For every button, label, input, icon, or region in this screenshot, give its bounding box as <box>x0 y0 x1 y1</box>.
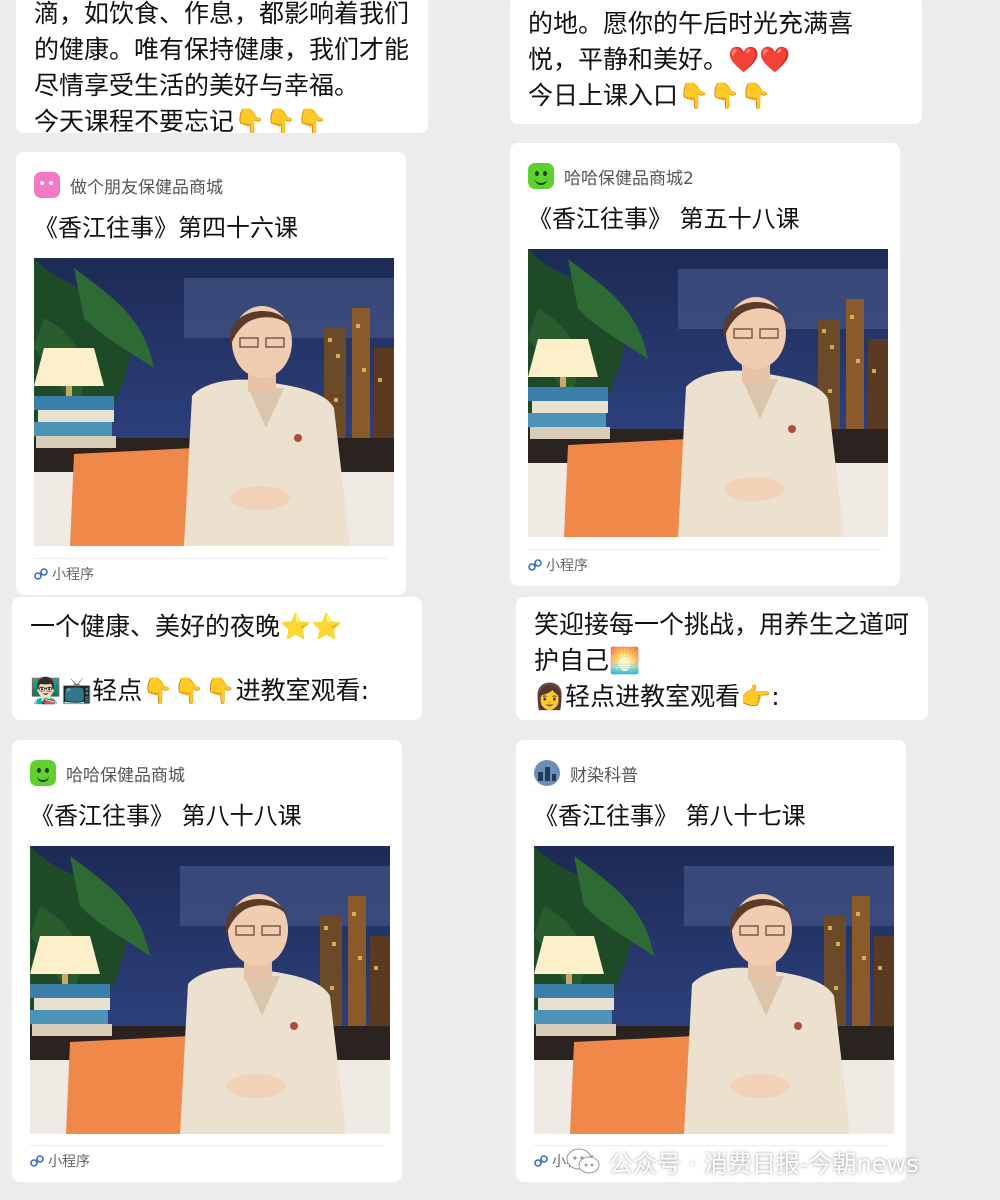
card-thumbnail <box>34 258 394 546</box>
card-footer: 小程序 <box>30 1145 384 1176</box>
footer-label: 小程序 <box>52 567 94 583</box>
lecturer-video-thumbnail <box>528 249 888 537</box>
message-text: 的地。愿你的午后时光充满喜 <box>528 9 854 38</box>
pink-cat-avatar-icon <box>34 172 60 198</box>
watermark-text: 公众号 · 消费日报-今朝news <box>609 1149 919 1178</box>
mini-program-card[interactable]: 哈哈保健品商城2 《香江往事》 第五十八课 小程序 <box>510 143 900 586</box>
message-bubble: 的地。愿你的午后时光充满喜 悦，平静和美好。❤️❤️ 今日上课入口👇👇👇 <box>510 0 922 124</box>
footer-label: 小程序 <box>48 1154 90 1170</box>
card-footer: 小程序 <box>528 549 882 580</box>
green-smiley-avatar-icon <box>528 163 554 189</box>
message-text: 今日上课入口👇👇👇 <box>528 81 772 110</box>
card-title: 《香江往事》第四十六课 <box>34 214 298 242</box>
message-bubble: 滴，如饮食、作息，都影响着我们 的健康。唯有保持健康，我们才能 尽情享受生活的美… <box>16 0 428 133</box>
mini-program-icon <box>30 1155 44 1167</box>
message-bubble: 笑迎接每一个挑战，用养生之道呵 护自己🌅 👩轻点进教室观看👉: <box>516 597 928 720</box>
message-text: 护自己🌅 <box>534 646 641 675</box>
card-title: 《香江往事》 第八十八课 <box>30 802 302 830</box>
green-smiley-avatar-icon <box>30 760 56 786</box>
message-text: 的健康。唯有保持健康，我们才能 <box>34 35 410 64</box>
card-header: 财染科普 <box>534 758 638 788</box>
message-text: 滴，如饮食、作息，都影响着我们 <box>34 0 410 28</box>
card-footer: 小程序 <box>34 558 388 589</box>
message-text: 👨🏻‍🏫📺轻点👇👇👇进教室观看: <box>30 676 370 705</box>
card-header: 哈哈保健品商城2 <box>528 161 694 191</box>
brand-name: 哈哈保健品商城 <box>66 765 185 786</box>
brand-name: 哈哈保健品商城2 <box>564 168 694 189</box>
card-thumbnail <box>534 846 894 1134</box>
wechat-official-account-icon <box>566 1148 600 1174</box>
card-header: 做个朋友保健品商城 <box>34 170 223 200</box>
brand-name: 财染科普 <box>570 765 638 786</box>
city-skyline-avatar-icon <box>534 760 560 786</box>
message-text: 尽情享受生活的美好与幸福。 <box>34 71 360 100</box>
mini-program-card[interactable]: 哈哈保健品商城 《香江往事》 第八十八课 小程序 <box>12 740 402 1182</box>
mini-program-icon <box>534 1155 548 1167</box>
message-text <box>30 645 404 673</box>
lecturer-video-thumbnail <box>30 846 390 1134</box>
lecturer-video-thumbnail <box>534 846 894 1134</box>
mini-program-icon <box>528 559 542 571</box>
watermark: 公众号 · 消费日报-今朝news <box>565 1143 919 1179</box>
mini-program-icon <box>34 568 48 580</box>
card-title: 《香江往事》 第五十八课 <box>528 205 800 233</box>
message-text: 👩轻点进教室观看👉: <box>534 682 780 711</box>
footer-label: 小程序 <box>546 558 588 574</box>
message-bubble: 一个健康、美好的夜晚⭐⭐ 👨🏻‍🏫📺轻点👇👇👇进教室观看: <box>12 597 422 720</box>
message-text: 一个健康、美好的夜晚⭐⭐ <box>30 612 343 641</box>
card-header: 哈哈保健品商城 <box>30 758 185 788</box>
message-text: 今天课程不要忘记👇👇👇 <box>34 107 328 133</box>
lecturer-video-thumbnail <box>34 258 394 546</box>
message-text: 笑迎接每一个挑战，用养生之道呵 <box>534 610 910 639</box>
card-thumbnail <box>528 249 888 537</box>
card-title: 《香江往事》 第八十七课 <box>534 802 806 830</box>
message-text: 悦，平静和美好。❤️❤️ <box>528 45 791 74</box>
card-thumbnail <box>30 846 390 1134</box>
mini-program-card[interactable]: 做个朋友保健品商城 《香江往事》第四十六课 小程序 <box>16 152 406 595</box>
mini-program-card[interactable]: 财染科普 《香江往事》 第八十七课 <box>516 740 906 1182</box>
brand-name: 做个朋友保健品商城 <box>70 177 223 198</box>
